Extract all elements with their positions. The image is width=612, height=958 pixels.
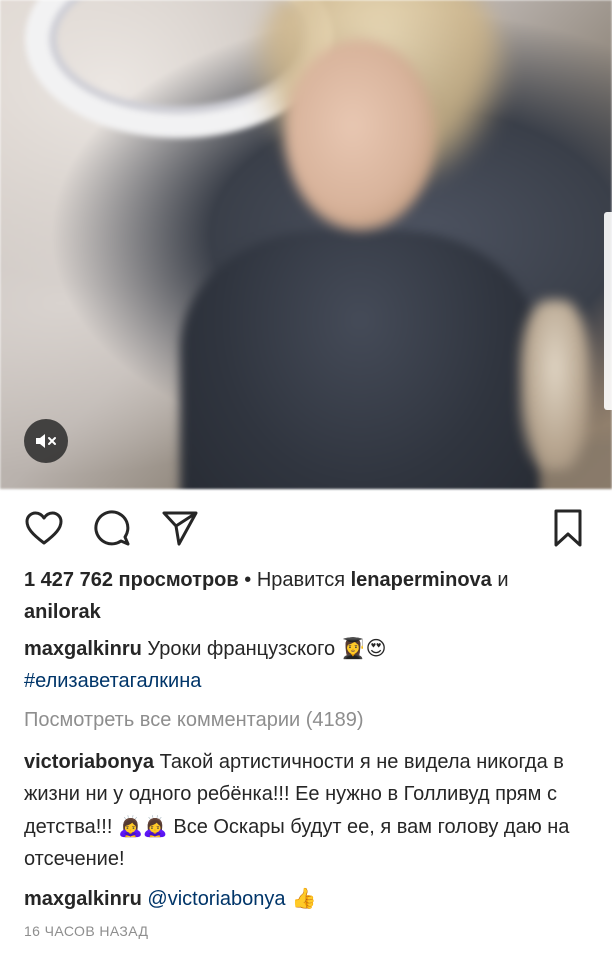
video-subject-body bbox=[180, 230, 540, 489]
caption-text: Уроки французского bbox=[141, 638, 341, 660]
video-player[interactable] bbox=[0, 0, 612, 489]
student-emoji: 👩‍🎓 bbox=[340, 636, 366, 660]
comment-mention[interactable]: @victoriabonya bbox=[142, 888, 285, 910]
view-all-comments-link[interactable]: Посмотреть все комментарии (4189) bbox=[24, 704, 594, 736]
heart-icon bbox=[25, 511, 63, 545]
share-button[interactable] bbox=[158, 506, 202, 550]
caption-hashtag[interactable]: #елизаветагалкина bbox=[24, 670, 201, 692]
liked-by-label: Нравится bbox=[256, 569, 351, 591]
action-bar bbox=[0, 506, 612, 552]
comment-username[interactable]: victoriabonya bbox=[24, 751, 154, 773]
comment-item: victoriabonya Такой артистичности я не в… bbox=[24, 746, 594, 875]
post-caption: maxgalkinru Уроки французского 👩‍🎓😍 #ели… bbox=[24, 632, 594, 697]
liked-by-user-1[interactable]: lenaperminova bbox=[351, 569, 492, 591]
comment-item: maxgalkinru @victoriabonya 👍 bbox=[24, 882, 594, 915]
thumbs-up-emoji: 👍 bbox=[285, 886, 317, 910]
bowing-emoji: 🙇‍♀️🙇‍♀️ bbox=[117, 814, 168, 838]
paper-plane-icon bbox=[162, 511, 198, 546]
like-button[interactable] bbox=[22, 506, 66, 550]
scroll-handle[interactable] bbox=[604, 212, 612, 410]
bookmark-icon bbox=[554, 509, 582, 547]
comment-bubble-icon bbox=[94, 510, 130, 546]
heart-eyes-emoji: 😍 bbox=[365, 636, 387, 660]
view-count[interactable]: 1 427 762 просмотров bbox=[24, 569, 239, 591]
save-button[interactable] bbox=[546, 506, 590, 550]
video-subject-braid bbox=[520, 300, 590, 470]
caption-username[interactable]: maxgalkinru bbox=[24, 638, 142, 660]
post-timestamp: 16 ЧАСОВ НАЗАД bbox=[24, 923, 149, 939]
video-subject-face bbox=[285, 40, 435, 230]
mute-button[interactable] bbox=[24, 419, 68, 463]
speaker-muted-icon bbox=[36, 434, 56, 448]
comment-username[interactable]: maxgalkinru bbox=[24, 888, 142, 910]
liked-by-and: и bbox=[491, 569, 509, 591]
stats-separator: • bbox=[238, 569, 257, 591]
comment-button[interactable] bbox=[90, 506, 134, 550]
post-stats: 1 427 762 просмотров • Нравится lenaperm… bbox=[24, 564, 594, 628]
liked-by-user-2[interactable]: anilorak bbox=[24, 601, 101, 623]
